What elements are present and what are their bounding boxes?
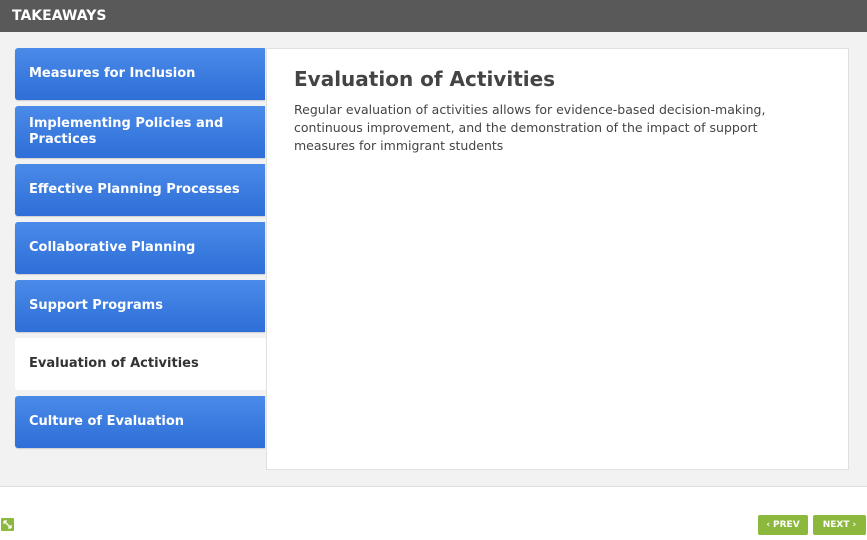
tab-label: Effective Planning Processes [29, 182, 240, 197]
tab-culture-of-evaluation[interactable]: Culture of Evaluation [15, 396, 265, 448]
chevron-left-icon: ‹ [766, 520, 771, 530]
header-title: TAKEAWAYS [12, 8, 107, 24]
page-header: TAKEAWAYS [0, 0, 867, 32]
content-panel: Evaluation of Activities Regular evaluat… [266, 48, 849, 470]
tab-implementing-policies[interactable]: Implementing Policies and Practices [15, 106, 265, 158]
panel-body: Regular evaluation of activities allows … [294, 102, 766, 153]
expand-icon-glyph [3, 520, 12, 529]
chevron-right-icon: › [852, 520, 857, 530]
prev-button[interactable]: ‹ PREV [758, 515, 808, 535]
tab-measures-for-inclusion[interactable]: Measures for Inclusion [15, 48, 265, 100]
prev-label: PREV [773, 520, 800, 530]
next-label: NEXT [822, 520, 850, 530]
tab-label: Collaborative Planning [29, 240, 196, 255]
tab-evaluation-of-activities[interactable]: Evaluation of Activities [15, 338, 267, 390]
tab-label: Measures for Inclusion [29, 66, 196, 81]
tab-support-programs[interactable]: Support Programs [15, 280, 265, 332]
tab-label: Evaluation of Activities [29, 356, 199, 371]
expand-icon[interactable] [1, 518, 14, 531]
tab-label: Support Programs [29, 298, 163, 313]
next-button[interactable]: NEXT › [813, 515, 866, 535]
content-area: Measures for Inclusion Implementing Poli… [0, 32, 867, 487]
tab-label: Culture of Evaluation [29, 414, 185, 429]
tab-list: Measures for Inclusion Implementing Poli… [15, 48, 267, 454]
tab-collaborative-planning[interactable]: Collaborative Planning [15, 222, 265, 274]
tab-effective-planning[interactable]: Effective Planning Processes [15, 164, 265, 216]
tab-label: Implementing Policies and Practices [29, 116, 224, 147]
panel-title: Evaluation of Activities [294, 67, 556, 91]
